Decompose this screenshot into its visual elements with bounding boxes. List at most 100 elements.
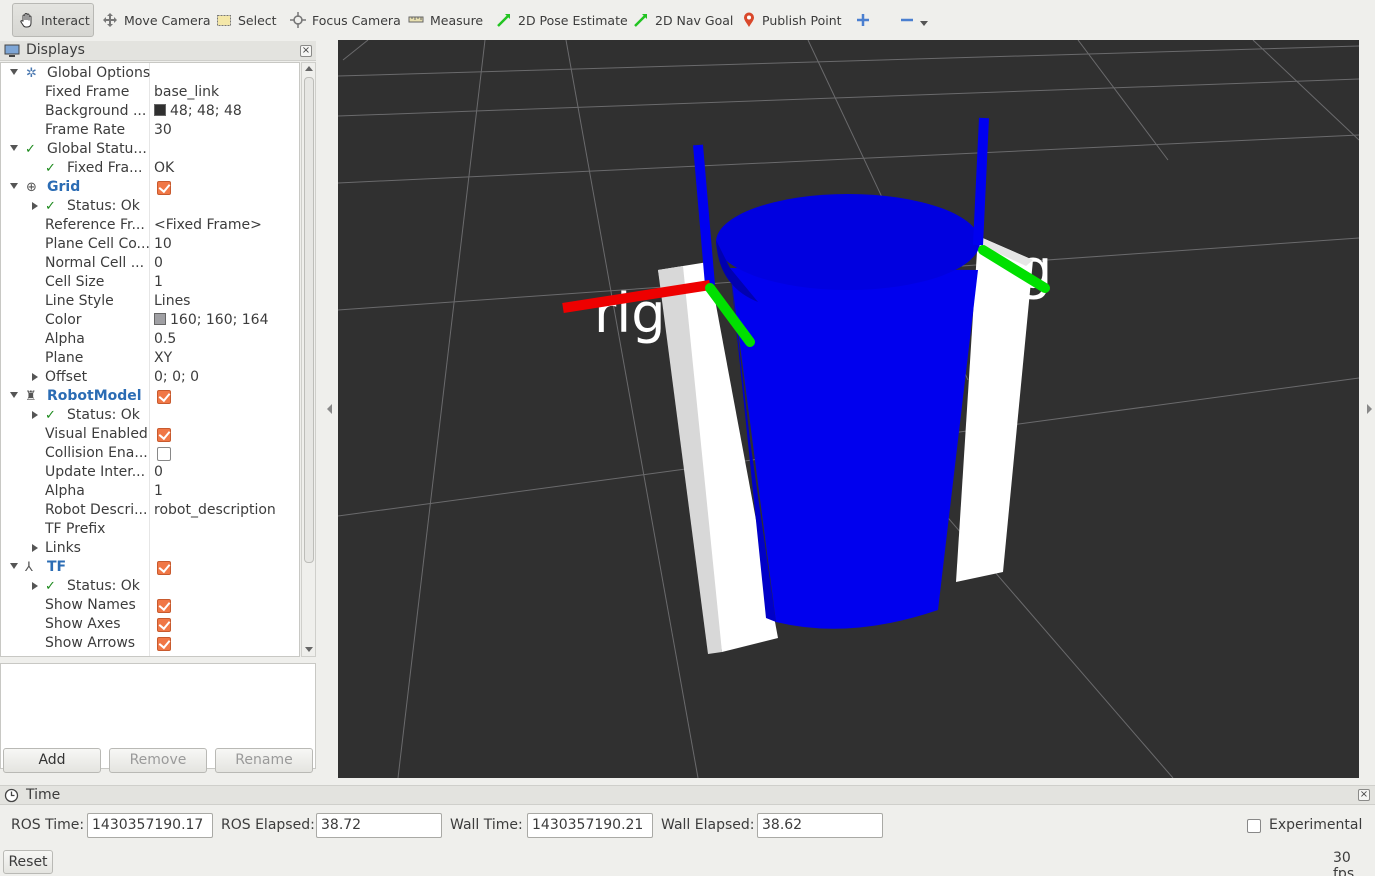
expand-arrow-icon[interactable] [10, 563, 18, 569]
grid-status-label: Status: Ok [67, 198, 140, 214]
tree-row-fixed-frame-status[interactable]: ✓ Fixed Fra... OK [1, 159, 299, 178]
scrollbar-thumb[interactable] [304, 77, 314, 563]
frame-rate-value[interactable]: 30 [154, 122, 172, 138]
expand-right-panel-icon[interactable] [1365, 404, 1373, 414]
offset-value[interactable]: 0; 0; 0 [154, 369, 199, 385]
collapse-arrow-icon[interactable] [32, 544, 38, 552]
tree-row-links[interactable]: Links [1, 539, 299, 558]
reference-frame-value[interactable]: <Fixed Frame> [154, 217, 262, 233]
tf-enabled-checkbox[interactable] [157, 561, 171, 575]
collapse-arrow-icon[interactable] [32, 582, 38, 590]
measure-tool-button[interactable]: Measure [402, 3, 489, 37]
tree-row-color[interactable]: Color 160; 160; 164 [1, 311, 299, 330]
ros-time-field[interactable]: 1430357190.17 [87, 813, 213, 838]
close-displays-button[interactable]: × [300, 45, 312, 57]
fixed-frame-value[interactable]: base_link [154, 84, 219, 100]
grid-display-label: Grid [47, 179, 81, 195]
tree-row-reference-frame[interactable]: Reference Fr... <Fixed Frame> [1, 216, 299, 235]
tree-row-background[interactable]: Background ... 48; 48; 48 [1, 102, 299, 121]
close-time-button[interactable]: × [1358, 789, 1370, 801]
background-value[interactable]: 48; 48; 48 [154, 103, 242, 119]
tree-row-robot-alpha[interactable]: Alpha 1 [1, 482, 299, 501]
wall-elapsed-field[interactable]: 38.62 [757, 813, 883, 838]
reset-button[interactable]: Reset [3, 850, 53, 874]
update-interval-value[interactable]: 0 [154, 464, 163, 480]
robot-description-value[interactable]: robot_description [154, 502, 276, 518]
focus-camera-tool-button[interactable]: Focus Camera [284, 3, 407, 37]
time-panel-header: Time × [0, 785, 1375, 805]
tree-row-tf-prefix[interactable]: TF Prefix [1, 520, 299, 539]
tree-row-robot-model[interactable]: ♜ RobotModel [1, 387, 299, 406]
tree-row-plane-cell-count[interactable]: Plane Cell Co... 10 [1, 235, 299, 254]
collapse-arrow-icon[interactable] [32, 411, 38, 419]
select-tool-button[interactable]: Select [210, 3, 283, 37]
expand-arrow-icon[interactable] [10, 145, 18, 151]
ros-elapsed-field[interactable]: 38.72 [316, 813, 442, 838]
tree-row-show-names[interactable]: Show Names [1, 596, 299, 615]
grid-enabled-checkbox[interactable] [157, 181, 171, 195]
tree-row-show-arrows[interactable]: Show Arrows [1, 634, 299, 653]
collapse-arrow-icon[interactable] [32, 202, 38, 210]
plane-cell-count-value[interactable]: 10 [154, 236, 172, 252]
cell-size-value[interactable]: 1 [154, 274, 163, 290]
tree-row-global-status[interactable]: ✓ Global Statu... [1, 140, 299, 159]
color-swatch [154, 104, 166, 116]
tree-row-normal-cell[interactable]: Normal Cell ... 0 [1, 254, 299, 273]
tree-row-grid[interactable]: ⊕ Grid [1, 178, 299, 197]
scroll-up-icon[interactable] [305, 65, 313, 73]
tree-row-tf-status[interactable]: ✓ Status: Ok [1, 577, 299, 596]
collapse-arrow-icon[interactable] [32, 373, 38, 381]
render-viewport[interactable]: righ g [338, 40, 1359, 778]
tree-row-tf[interactable]: ⅄ TF [1, 558, 299, 577]
move-camera-tool-button[interactable]: Move Camera [96, 3, 217, 37]
normal-cell-value[interactable]: 0 [154, 255, 163, 271]
tree-row-plane[interactable]: Plane XY [1, 349, 299, 368]
tree-row-frame-rate[interactable]: Frame Rate 30 [1, 121, 299, 140]
tree-row-grid-status[interactable]: ✓ Status: Ok [1, 197, 299, 216]
tree-row-robot-description[interactable]: Robot Descri... robot_description [1, 501, 299, 520]
tree-row-visual-enabled[interactable]: Visual Enabled [1, 425, 299, 444]
expand-arrow-icon[interactable] [10, 183, 18, 189]
line-style-value[interactable]: Lines [154, 293, 190, 309]
tree-row-collision-enabled[interactable]: Collision Ena... [1, 444, 299, 463]
color-value[interactable]: 160; 160; 164 [154, 312, 269, 328]
experimental-checkbox[interactable] [1247, 819, 1261, 833]
visual-enabled-checkbox[interactable] [157, 428, 171, 442]
tree-row-line-style[interactable]: Line Style Lines [1, 292, 299, 311]
rename-display-button[interactable]: Rename [215, 748, 313, 773]
scroll-down-icon[interactable] [305, 645, 313, 653]
collision-enabled-checkbox[interactable] [157, 447, 171, 461]
robot-model-enabled-checkbox[interactable] [157, 390, 171, 404]
tree-row-global-options[interactable]: ✲ Global Options [1, 64, 299, 83]
tree-row-robot-model-status[interactable]: ✓ Status: Ok [1, 406, 299, 425]
tree-row-offset[interactable]: Offset 0; 0; 0 [1, 368, 299, 387]
interact-tool-button[interactable]: Interact [12, 3, 94, 37]
tree-row-update-interval[interactable]: Update Inter... 0 [1, 463, 299, 482]
expand-arrow-icon[interactable] [10, 392, 18, 398]
publish-point-tool-button[interactable]: Publish Point [736, 3, 848, 37]
show-names-checkbox[interactable] [157, 599, 171, 613]
map-pin-icon [744, 12, 754, 27]
remove-tool-menu-button[interactable] [894, 3, 934, 37]
show-axes-checkbox[interactable] [157, 618, 171, 632]
add-display-button[interactable]: Add [3, 748, 101, 773]
robot-alpha-value[interactable]: 1 [154, 483, 163, 499]
displays-scrollbar[interactable] [301, 62, 316, 657]
collapse-left-panel-icon[interactable] [326, 404, 334, 414]
checkmark-icon: ✓ [45, 408, 56, 423]
nav-goal-tool-button[interactable]: 2D Nav Goal [627, 3, 739, 37]
pose-estimate-tool-button[interactable]: 2D Pose Estimate [490, 3, 634, 37]
show-arrows-checkbox[interactable] [157, 637, 171, 651]
tree-row-alpha[interactable]: Alpha 0.5 [1, 330, 299, 349]
add-tool-button[interactable] [850, 3, 876, 37]
alpha-value[interactable]: 0.5 [154, 331, 176, 347]
tree-row-cell-size[interactable]: Cell Size 1 [1, 273, 299, 292]
remove-display-button[interactable]: Remove [109, 748, 207, 773]
expand-arrow-icon[interactable] [10, 69, 18, 75]
alpha-label: Alpha [45, 331, 85, 347]
plane-value[interactable]: XY [154, 350, 172, 366]
tree-row-show-axes[interactable]: Show Axes [1, 615, 299, 634]
tree-row-fixed-frame[interactable]: Fixed Frame base_link [1, 83, 299, 102]
wall-time-field[interactable]: 1430357190.21 [527, 813, 653, 838]
fps-readout: 30 fps [1333, 850, 1355, 876]
